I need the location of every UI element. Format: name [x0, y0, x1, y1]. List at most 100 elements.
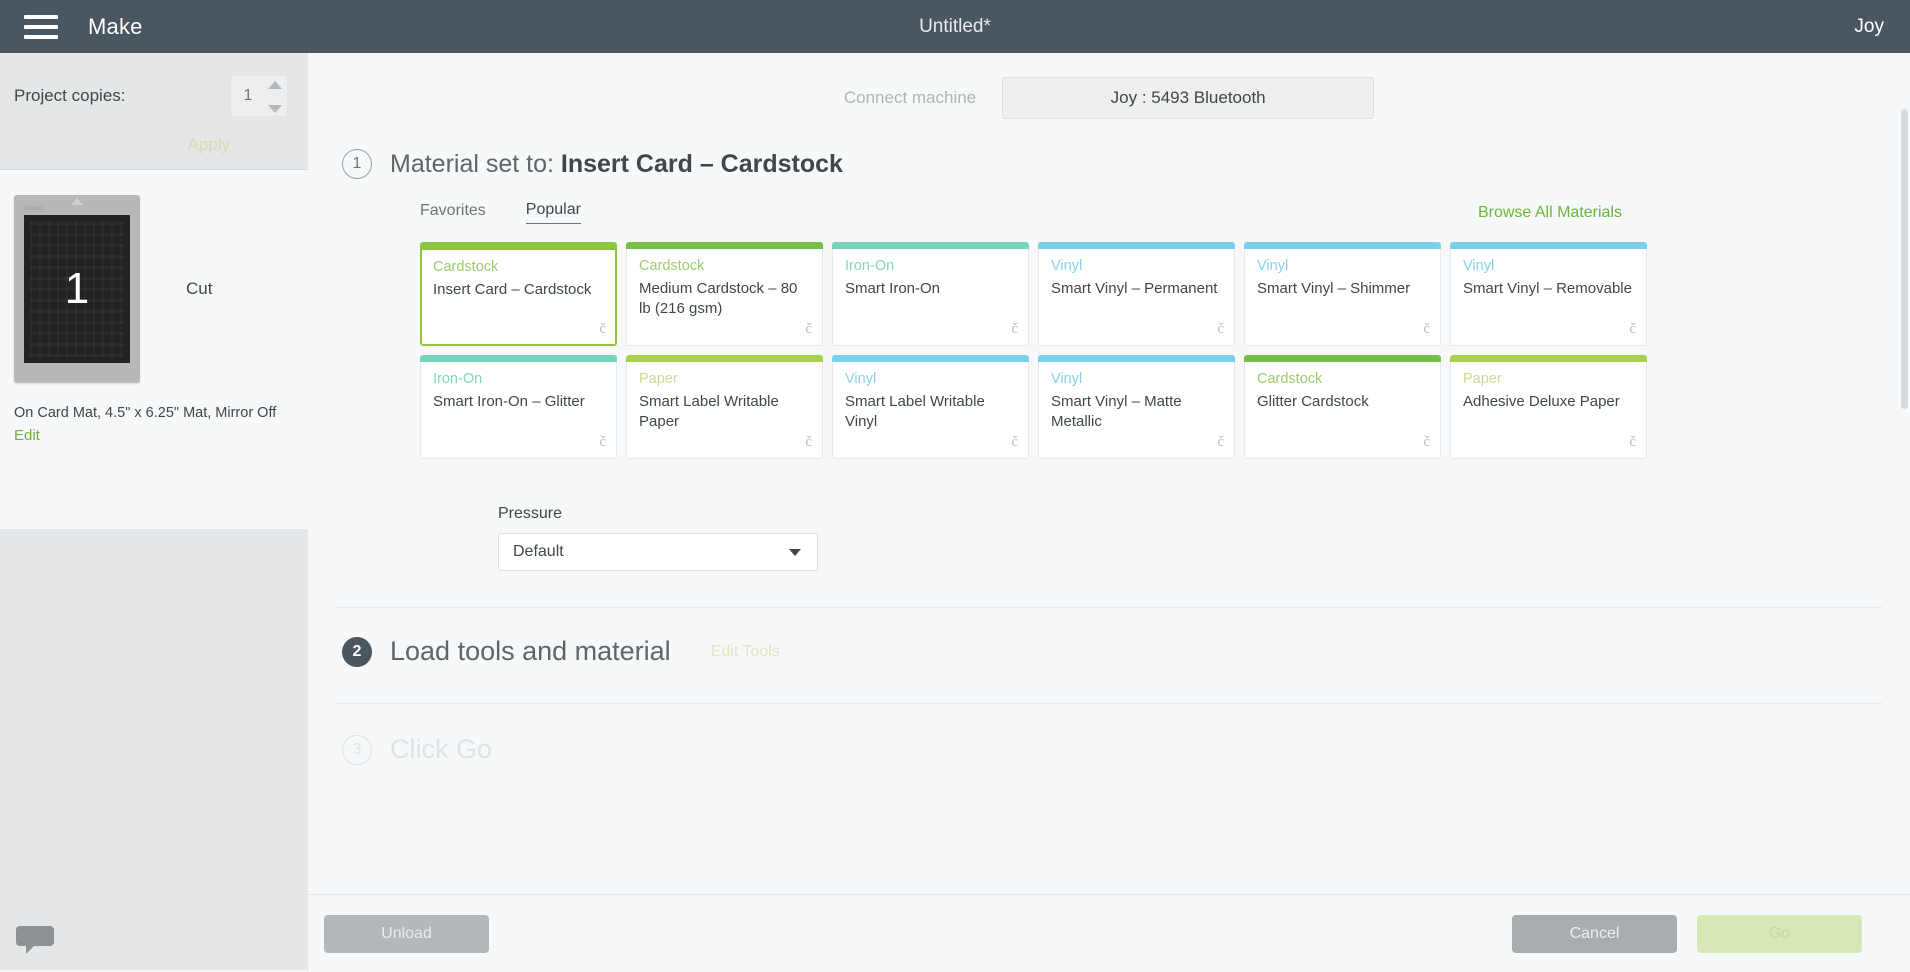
- material-card[interactable]: Cardstock Glitter Cardstock č: [1244, 355, 1441, 459]
- material-name-label: Smart Label Writable Paper: [639, 393, 779, 431]
- hamburger-menu-icon[interactable]: [24, 14, 58, 39]
- material-category-label: Paper: [1463, 371, 1502, 387]
- material-category-label: Vinyl: [1257, 258, 1289, 274]
- machine-select-button[interactable]: Joy : 5493 Bluetooth: [1002, 77, 1375, 119]
- material-card[interactable]: Vinyl Smart Vinyl – Matte Metallic č: [1038, 355, 1235, 459]
- material-card[interactable]: Vinyl Smart Vinyl – Permanent č: [1038, 242, 1235, 346]
- scrollbar-thumb[interactable]: [1901, 109, 1908, 409]
- pressure-value: Default: [513, 543, 564, 560]
- material-name-label: Glitter Cardstock: [1257, 393, 1369, 410]
- step-3-title: Click Go: [390, 734, 493, 764]
- material-name-label: Adhesive Deluxe Paper: [1463, 393, 1620, 410]
- material-card[interactable]: Vinyl Smart Label Writable Vinyl č: [832, 355, 1029, 459]
- pressure-label: Pressure: [498, 505, 563, 522]
- material-category-color-bar: [832, 355, 1029, 362]
- edit-tools-link[interactable]: Edit Tools: [711, 643, 780, 661]
- cricut-logo-icon: č: [599, 321, 606, 337]
- stepper-down-icon[interactable]: [268, 105, 282, 113]
- project-copies-input[interactable]: [231, 87, 265, 105]
- mat-details-text: On Card Mat, 4.5" x 6.25" Mat, Mirror Of…: [14, 405, 277, 421]
- material-category-color-bar: [1450, 242, 1647, 249]
- connect-machine-label: Connect machine: [843, 88, 977, 107]
- material-name-label: Smart Iron-On: [845, 280, 941, 297]
- material-category-label: Iron-On: [845, 258, 895, 274]
- cricut-logo-icon: č: [1217, 434, 1224, 450]
- material-name-label: Medium Cardstock – 80 lb (216 gsm): [639, 280, 798, 318]
- main-content: Connect machine Joy : 5493 Bluetooth 1 M…: [308, 53, 1910, 972]
- material-card[interactable]: Paper Smart Label Writable Paper č: [626, 355, 823, 459]
- stepper-up-icon[interactable]: [268, 81, 282, 89]
- apply-button[interactable]: Apply: [14, 135, 288, 155]
- cricut-logo-icon: č: [1423, 321, 1430, 337]
- unload-button[interactable]: Unload: [324, 914, 489, 953]
- left-panel-filler: [0, 530, 308, 970]
- cricut-make-screen: Make Untitled* Joy Project copies: Apply: [0, 0, 1910, 972]
- material-category-color-bar: [1244, 355, 1441, 362]
- tab-favorites[interactable]: Favorites: [420, 202, 486, 224]
- step-3-number: 3: [342, 734, 372, 765]
- browse-all-materials-link[interactable]: Browse All Materials: [1478, 204, 1622, 222]
- cricut-logo-icon: č: [805, 434, 812, 450]
- material-category-color-bar: [1450, 355, 1647, 362]
- material-category-label: Iron-On: [433, 371, 483, 387]
- cricut-logo-icon: č: [1011, 434, 1018, 450]
- main-scrollbar[interactable]: [1901, 109, 1908, 937]
- material-name-label: Smart Vinyl – Permanent: [1051, 280, 1218, 297]
- material-card[interactable]: Iron-On Smart Iron-On č: [832, 242, 1029, 346]
- tab-popular[interactable]: Popular: [525, 201, 581, 224]
- left-panel: Project copies: Apply Cricut: [0, 53, 308, 972]
- material-card[interactable]: Vinyl Smart Vinyl – Shimmer č: [1244, 242, 1441, 346]
- material-category-label: Cardstock: [433, 259, 499, 275]
- step-1-prefix: Material set to:: [390, 149, 561, 178]
- step-1-number: 1: [342, 149, 372, 179]
- step-3-click-go: 3 Click Go: [308, 704, 1910, 765]
- material-category-color-bar: [626, 242, 823, 249]
- mat-thumbnail[interactable]: Cricut 1: [14, 195, 140, 383]
- cricut-logo-icon: č: [1629, 321, 1636, 337]
- material-category-label: Vinyl: [1051, 371, 1083, 387]
- cricut-logo-icon: č: [1217, 321, 1224, 337]
- material-card[interactable]: Cardstock Insert Card – Cardstock č: [420, 242, 617, 346]
- mat-number-overlay: 1: [64, 264, 90, 313]
- material-name-label: Smart Vinyl – Shimmer: [1257, 280, 1411, 297]
- step-2-load-tools: 2 Load tools and material Edit Tools: [308, 608, 1910, 667]
- material-card[interactable]: Iron-On Smart Iron-On – Glitter č: [420, 355, 617, 459]
- project-copies-stepper[interactable]: [230, 75, 288, 117]
- cricut-logo-icon: č: [1629, 434, 1636, 450]
- top-bar: Make Untitled* Joy: [0, 0, 1910, 53]
- chat-bubble-icon[interactable]: [16, 922, 56, 956]
- mat-brand-label: Cricut: [24, 206, 43, 212]
- material-name-label: Smart Label Writable Vinyl: [845, 393, 985, 431]
- step-1-material: 1 Material set to: Insert Card – Cardsto…: [308, 119, 1910, 571]
- material-card[interactable]: Vinyl Smart Vinyl – Removable č: [1450, 242, 1647, 346]
- step-1-title: Material set to: Insert Card – Cardstock: [390, 150, 843, 179]
- material-name-label: Smart Vinyl – Removable: [1463, 280, 1632, 297]
- edit-mat-link[interactable]: Edit: [0, 421, 308, 444]
- material-category-color-bar: [626, 355, 823, 362]
- material-category-label: Vinyl: [1463, 258, 1495, 274]
- material-card[interactable]: Paper Adhesive Deluxe Paper č: [1450, 355, 1647, 459]
- go-button[interactable]: Go: [1697, 914, 1862, 953]
- cancel-button[interactable]: Cancel: [1512, 914, 1677, 953]
- footer-bar: Unload Cancel Go: [308, 894, 1910, 972]
- chevron-down-icon: [789, 548, 801, 556]
- user-account-label[interactable]: Joy: [1854, 16, 1884, 38]
- material-category-color-bar: [1038, 355, 1235, 362]
- pressure-select[interactable]: Default: [498, 533, 818, 571]
- mat-canvas-preview: 1: [24, 215, 130, 363]
- material-picker: Favorites Popular Browse All Materials C…: [342, 179, 1910, 571]
- material-category-label: Vinyl: [845, 371, 877, 387]
- material-category-label: Cardstock: [1257, 371, 1323, 387]
- material-name-label: Insert Card – Cardstock: [433, 281, 592, 298]
- cricut-logo-icon: č: [1011, 321, 1018, 337]
- material-category-color-bar: [1038, 242, 1235, 249]
- step-2-title: Load tools and material: [390, 636, 671, 666]
- material-name-label: Smart Vinyl – Matte Metallic: [1051, 393, 1182, 431]
- cricut-logo-icon: č: [599, 434, 606, 450]
- selected-material-name: Insert Card – Cardstock: [560, 149, 843, 178]
- material-card-grid: Cardstock Insert Card – Cardstock č Cardsto…: [420, 242, 1910, 459]
- material-category-color-bar: [420, 243, 617, 250]
- project-copies-label: Project copies:: [14, 86, 126, 105]
- material-card[interactable]: Cardstock Medium Cardstock – 80 lb (216 g…: [626, 242, 823, 346]
- connect-machine-row: Connect machine Joy : 5493 Bluetooth: [308, 53, 1910, 119]
